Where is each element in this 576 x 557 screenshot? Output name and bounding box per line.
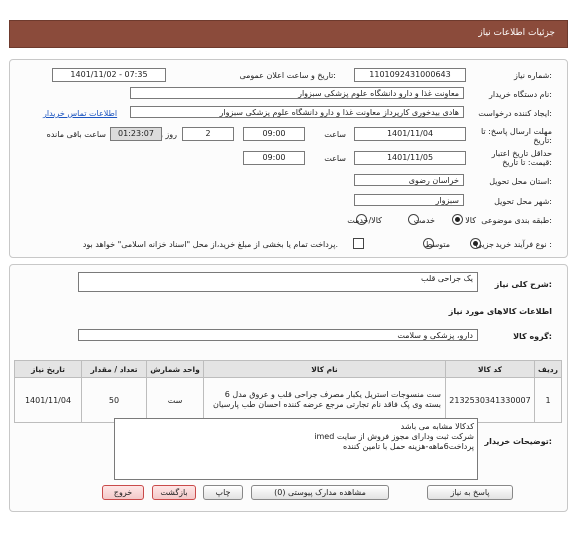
goods-group-label: گروه کالا: [513, 332, 552, 341]
creator-label: ایجاد کننده درخواست: [478, 109, 552, 118]
need-number-field: 1101092431000643 [354, 68, 466, 82]
creator-field: هادی بیدخوری کارپرداز معاونت غذا و دارو … [130, 106, 464, 118]
buyer-notes-label: توضیحات خریدار: [484, 437, 552, 446]
print-button[interactable]: چاپ [203, 485, 243, 500]
col-row-index: ردیف [534, 360, 562, 378]
deadline-date-field: 1401/11/04 [354, 127, 466, 141]
province-label: استان محل تحویل: [489, 177, 552, 186]
deadline-time-label: ساعت [324, 130, 346, 139]
validity-date-field: 1401/11/05 [354, 151, 466, 165]
deadline-label-line2: تاریخ: [533, 136, 552, 145]
purchase-type-label: نوع فرآیند خرید : [495, 240, 552, 249]
cell-need-date: 1401/11/04 [14, 377, 82, 423]
reply-button[interactable]: پاسخ به نیاز [427, 485, 513, 500]
province-field: خراسان رضوی [354, 174, 464, 186]
deadline-time-field: 09:00 [243, 127, 305, 141]
table-row: 1401/11/04 50 ست ست منسوجات استریل یکبار… [14, 377, 562, 423]
goods-table: تاریخ نیاز تعداد / مقدار واحد شمارش نام … [14, 360, 562, 423]
cell-item-code: 2132530341330007 [445, 377, 535, 423]
page-title: جزئیات اطلاعات نیاز [478, 28, 555, 38]
buyer-note-line: پرداخت6ماهه-هزینه حمل با تامین کننده [343, 442, 474, 451]
view-attachments-button[interactable]: مشاهده مدارک پیوستی (0) [251, 485, 389, 500]
col-need-date: تاریخ نیاز [14, 360, 82, 378]
cell-item-name: ست منسوجات استریل یکبار مصرف جراحی قلب و… [203, 377, 446, 423]
category-goods-service-label: کالا/خدمت [347, 216, 382, 225]
validity-label: حداقل تاریخ اعتبار قیمت: تا تاریخ: [492, 149, 552, 167]
city-label: شهر محل تحویل: [494, 197, 552, 206]
treasury-payment-note: پرداخت تمام یا بخشی از مبلغ خرید،از محل … [82, 240, 338, 249]
validity-label-line1: حداقل تاریخ اعتبار [491, 149, 552, 158]
need-number-label: شماره نیاز: [513, 71, 552, 80]
deadline-label: مهلت ارسال پاسخ: تا تاریخ: [481, 127, 552, 145]
announce-field: 1401/11/02 - 07:35 [52, 68, 166, 82]
remaining-time-field: 01:23:07 [110, 127, 162, 141]
city-field: سبزوار [354, 194, 464, 206]
back-button[interactable]: بازگشت [152, 485, 196, 500]
page-header: جزئیات اطلاعات نیاز [9, 20, 568, 48]
summary-field: یک جراحی قلب [78, 272, 478, 292]
col-unit: واحد شمارش [146, 360, 204, 378]
validity-time-label: ساعت [324, 154, 346, 163]
announce-label: تاریخ و ساعت اعلان عمومی: [239, 71, 336, 80]
goods-group-field: دارو، پزشکی و سلامت [78, 329, 478, 341]
deadline-label-line1: مهلت ارسال پاسخ: تا [480, 127, 552, 136]
col-item-name: نام کالا [203, 360, 446, 378]
col-item-code: کد کالا [445, 360, 535, 378]
category-goods-radio[interactable] [452, 214, 463, 225]
category-service-label: خدمت [413, 216, 435, 225]
category-goods-label: کالا [465, 216, 476, 225]
col-quantity: تعداد / مقدار [81, 360, 147, 378]
buyer-org-label: نام دستگاه خریدار: [488, 90, 552, 99]
purchase-medium-label: متوسط [424, 240, 450, 249]
summary-label: شرح کلی نیاز: [494, 280, 552, 289]
validity-time-field: 09:00 [243, 151, 305, 165]
remaining-label: ساعت باقی مانده [46, 130, 106, 139]
cell-unit: ست [146, 377, 204, 423]
days-field: 2 [182, 127, 234, 141]
buyer-notes-box: کدکالا مشابه می باشد شرکت ثبت ودارای مجو… [114, 418, 478, 480]
buyer-contact-link[interactable]: اطلاعات تماس خریدار [43, 109, 117, 118]
buyer-org-field: معاونت غذا و دارو دانشگاه علوم پزشکی سبز… [130, 87, 464, 99]
cell-quantity: 50 [81, 377, 147, 423]
treasury-payment-checkbox[interactable] [353, 238, 364, 249]
cell-row-index: 1 [534, 377, 562, 423]
validity-label-line2: قیمت: تا تاریخ: [502, 158, 552, 167]
category-label: طبقه بندی موضوعی: [481, 216, 552, 225]
goods-section-title: اطلاعات کالاهای مورد نیاز [448, 307, 552, 316]
goods-table-header: تاریخ نیاز تعداد / مقدار واحد شمارش نام … [14, 360, 562, 378]
purchase-minor-label: جزیی [475, 240, 494, 249]
exit-button[interactable]: خروج [102, 485, 144, 500]
buyer-note-line: شرکت ثبت ودارای مجوز فروش از سایت imed [314, 432, 474, 441]
buyer-note-line: کدکالا مشابه می باشد [400, 422, 474, 431]
